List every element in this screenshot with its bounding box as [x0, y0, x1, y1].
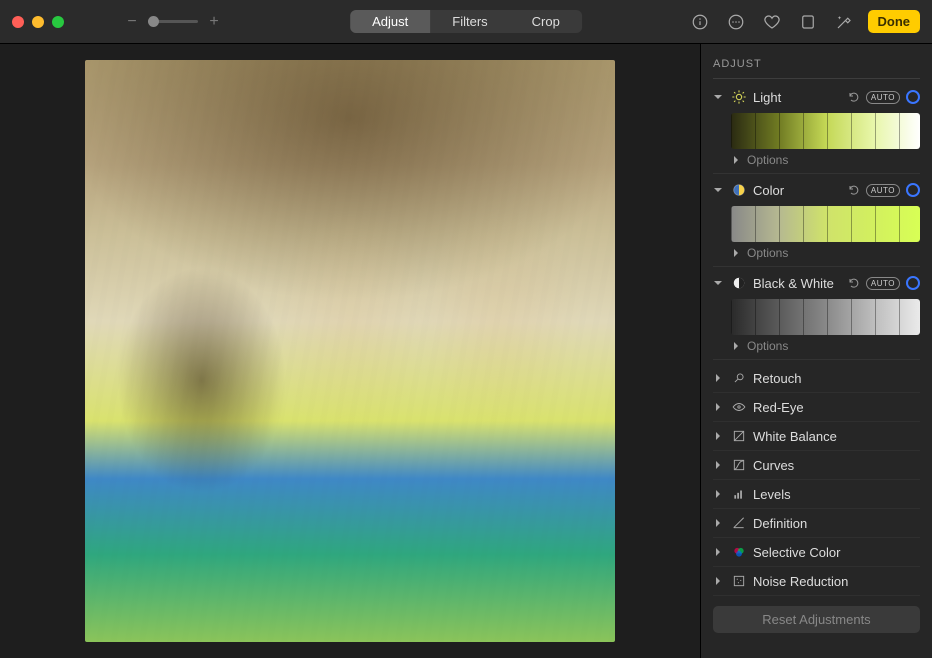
row-white-balance[interactable]: White Balance [713, 422, 920, 451]
chevron-right-icon [713, 431, 725, 441]
chevron-down-icon [713, 92, 725, 102]
group-color-header[interactable]: Color AUTO [713, 178, 920, 202]
row-retouch[interactable]: Retouch [713, 364, 920, 393]
adjust-panel-title: ADJUST [713, 58, 920, 70]
group-color: Color AUTO Options [713, 178, 920, 267]
chevron-right-icon [713, 547, 725, 557]
row-label: Curves [753, 458, 794, 473]
favorite-icon[interactable] [760, 10, 784, 34]
aspect-icon[interactable] [796, 10, 820, 34]
main-area: ADJUST Light AUTO Options Color [0, 44, 932, 658]
selective-color-icon [731, 544, 747, 560]
tab-adjust[interactable]: Adjust [350, 10, 430, 33]
wb-icon [731, 428, 747, 444]
row-label: Retouch [753, 371, 801, 386]
levels-icon [731, 486, 747, 502]
zoom-out-button[interactable]: − [124, 13, 140, 31]
row-definition[interactable]: Definition [713, 509, 920, 538]
light-icon [731, 89, 747, 105]
group-color-label: Color [753, 183, 842, 198]
definition-icon [731, 515, 747, 531]
bw-slider[interactable] [731, 299, 920, 335]
zoom-control: − + [124, 13, 222, 31]
row-label: White Balance [753, 429, 837, 444]
more-icon[interactable] [724, 10, 748, 34]
photo-preview [85, 60, 615, 642]
color-icon [731, 182, 747, 198]
zoom-slider[interactable] [148, 20, 198, 23]
info-icon[interactable] [688, 10, 712, 34]
enhance-icon[interactable] [832, 10, 856, 34]
group-light-label: Light [753, 90, 842, 105]
auto-button[interactable]: AUTO [866, 91, 900, 104]
close-window-button[interactable] [12, 16, 24, 28]
window-controls [12, 16, 64, 28]
color-slider[interactable] [731, 206, 920, 242]
zoom-in-button[interactable]: + [206, 13, 222, 31]
bw-options-toggle[interactable]: Options [713, 337, 920, 360]
auto-button[interactable]: AUTO [866, 277, 900, 290]
curves-icon [731, 457, 747, 473]
chevron-right-icon [731, 341, 743, 351]
row-selective-color[interactable]: Selective Color [713, 538, 920, 567]
row-levels[interactable]: Levels [713, 480, 920, 509]
chevron-down-icon [713, 185, 725, 195]
color-options-toggle[interactable]: Options [713, 244, 920, 267]
divider [713, 78, 920, 79]
options-label: Options [747, 246, 788, 260]
light-options-toggle[interactable]: Options [713, 151, 920, 174]
revert-icon[interactable] [848, 277, 860, 289]
adjust-sidebar: ADJUST Light AUTO Options Color [700, 44, 932, 658]
toolbar-right: Done [688, 10, 921, 34]
row-label: Noise Reduction [753, 574, 848, 589]
chevron-right-icon [713, 402, 725, 412]
chevron-right-icon [713, 489, 725, 499]
fullscreen-window-button[interactable] [52, 16, 64, 28]
bw-icon [731, 275, 747, 291]
row-label: Selective Color [753, 545, 840, 560]
group-light: Light AUTO Options [713, 85, 920, 174]
zoom-slider-thumb[interactable] [148, 16, 159, 27]
row-redeye[interactable]: Red-Eye [713, 393, 920, 422]
chevron-right-icon [713, 460, 725, 470]
group-bw-label: Black & White [753, 276, 842, 291]
chevron-right-icon [713, 373, 725, 383]
noise-icon [731, 573, 747, 589]
redeye-icon [731, 399, 747, 415]
photo-canvas[interactable] [0, 44, 700, 658]
row-label: Definition [753, 516, 807, 531]
minimize-window-button[interactable] [32, 16, 44, 28]
group-light-header[interactable]: Light AUTO [713, 85, 920, 109]
light-slider[interactable] [731, 113, 920, 149]
options-label: Options [747, 339, 788, 353]
chevron-right-icon [713, 576, 725, 586]
titlebar: − + Adjust Filters Crop Done [0, 0, 932, 44]
row-curves[interactable]: Curves [713, 451, 920, 480]
options-label: Options [747, 153, 788, 167]
revert-icon[interactable] [848, 184, 860, 196]
tab-filters[interactable]: Filters [430, 10, 509, 33]
auto-button[interactable]: AUTO [866, 184, 900, 197]
done-button[interactable]: Done [868, 10, 921, 33]
chevron-down-icon [713, 278, 725, 288]
enable-toggle[interactable] [906, 276, 920, 290]
retouch-icon [731, 370, 747, 386]
revert-icon[interactable] [848, 91, 860, 103]
chevron-right-icon [713, 518, 725, 528]
enable-toggle[interactable] [906, 183, 920, 197]
group-bw: Black & White AUTO Options [713, 271, 920, 360]
row-noise-reduction[interactable]: Noise Reduction [713, 567, 920, 596]
reset-adjustments-button[interactable]: Reset Adjustments [713, 606, 920, 633]
chevron-right-icon [731, 248, 743, 258]
group-bw-header[interactable]: Black & White AUTO [713, 271, 920, 295]
tab-crop[interactable]: Crop [510, 10, 582, 33]
chevron-right-icon [731, 155, 743, 165]
row-label: Levels [753, 487, 791, 502]
enable-toggle[interactable] [906, 90, 920, 104]
row-label: Red-Eye [753, 400, 804, 415]
edit-mode-tabs: Adjust Filters Crop [350, 10, 582, 33]
